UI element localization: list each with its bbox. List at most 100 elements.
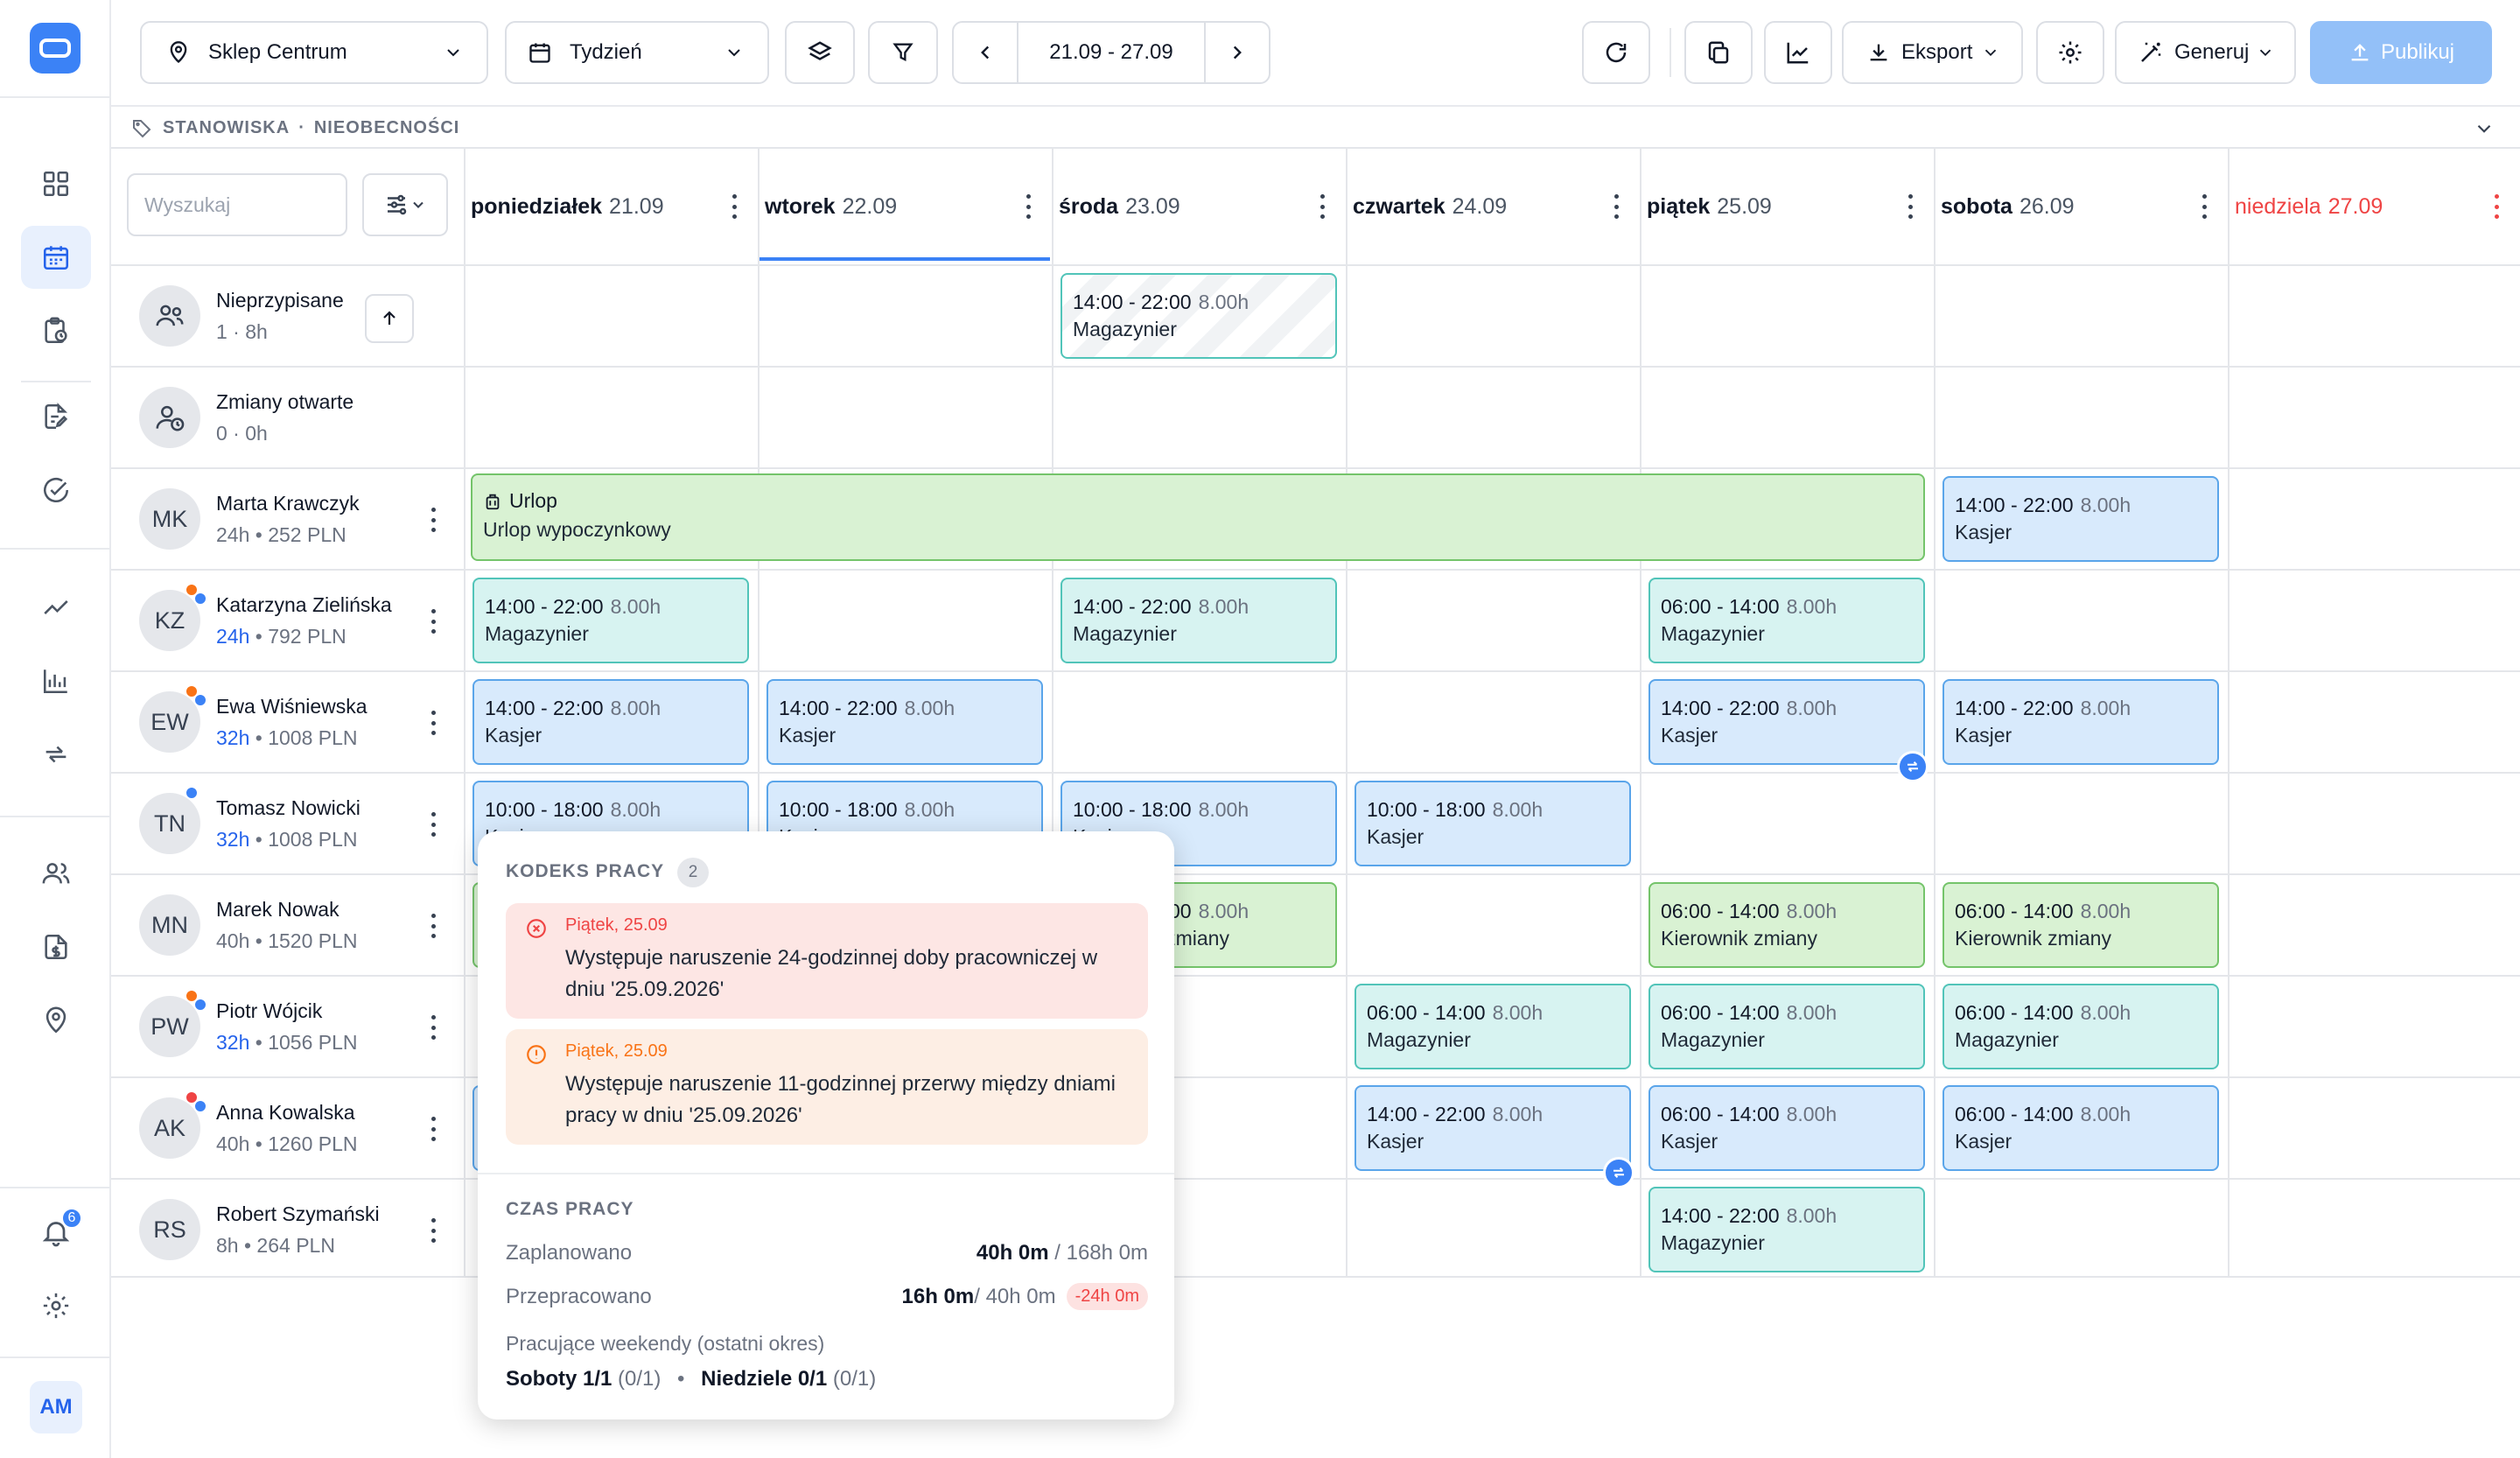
- date-range[interactable]: 21.09 - 27.09: [1018, 40, 1204, 65]
- leave-bar[interactable]: Urlop Urlop wypoczynkowy: [471, 473, 1925, 561]
- employee-row-9[interactable]: RS Robert Szymański 8h • 264 PLN: [111, 1180, 461, 1279]
- employee-row-6[interactable]: MN Marek Nowak 40h • 1520 PLN: [111, 875, 461, 975]
- row-menu-icon[interactable]: [430, 914, 436, 938]
- calendar-icon[interactable]: [21, 226, 91, 289]
- publish-button[interactable]: Publikuj: [2310, 21, 2492, 84]
- violation-alert-warning[interactable]: Piątek, 25.09 Występuje naruszenie 11-go…: [506, 1029, 1148, 1145]
- shift-card[interactable]: 06:00 - 14:00 8.00h Magazynier: [1648, 984, 1925, 1069]
- shift-hours: 8.00h: [1786, 595, 1838, 618]
- shift-card[interactable]: 14:00 - 22:00 8.00h Kasjer: [472, 679, 749, 765]
- day-menu-icon[interactable]: [2494, 194, 2499, 219]
- swap-icon[interactable]: [21, 723, 91, 786]
- day-menu-icon[interactable]: [732, 194, 737, 219]
- users-icon[interactable]: [21, 842, 91, 905]
- day-header-6[interactable]: niedziela 27.09: [2228, 149, 2520, 264]
- export-button[interactable]: Eksport: [1842, 21, 2023, 84]
- shift-card[interactable]: 14:00 - 22:00 8.00h Kasjer: [1648, 679, 1925, 765]
- filter-button[interactable]: [868, 21, 938, 84]
- employee-row-0[interactable]: Nieprzypisane 1 · 8h: [111, 266, 461, 366]
- copy-button[interactable]: [1684, 21, 1753, 84]
- row-menu-icon[interactable]: [430, 609, 436, 634]
- swap-request-icon[interactable]: [1897, 751, 1928, 782]
- day-header-0[interactable]: poniedziałek 21.09: [464, 149, 758, 264]
- user-avatar[interactable]: AM: [30, 1381, 82, 1433]
- settings-gear-icon[interactable]: [21, 1274, 91, 1337]
- day-menu-icon[interactable]: [1614, 194, 1619, 219]
- shift-card[interactable]: 14:00 - 22:00 8.00h Magazynier: [472, 578, 749, 663]
- app-logo[interactable]: [30, 23, 80, 74]
- shift-card[interactable]: 14:00 - 22:00 8.00h Magazynier: [1060, 273, 1337, 359]
- day-header-2[interactable]: środa 23.09: [1052, 149, 1346, 264]
- shift-hours: 8.00h: [1786, 697, 1838, 719]
- row-menu-icon[interactable]: [430, 1117, 436, 1141]
- day-header-1[interactable]: wtorek 22.09: [758, 149, 1052, 264]
- row-menu-icon[interactable]: [430, 1015, 436, 1040]
- shift-card[interactable]: 14:00 - 22:00 8.00h Magazynier: [1060, 578, 1337, 663]
- employee-row-1[interactable]: Zmiany otwarte 0 · 0h: [111, 368, 461, 467]
- breadcrumb-absences[interactable]: NIEOBECNOŚCI: [314, 118, 459, 138]
- period-select[interactable]: Tydzień: [505, 21, 769, 84]
- employee-row-3[interactable]: KZ Katarzyna Zielińska 24h • 792 PLN: [111, 571, 461, 670]
- shift-card[interactable]: 06:00 - 14:00 8.00h Kierownik zmiany: [1942, 882, 2219, 968]
- shift-card[interactable]: 06:00 - 14:00 8.00h Kierownik zmiany: [1648, 882, 1925, 968]
- shift-card[interactable]: 06:00 - 14:00 8.00h Kasjer: [1942, 1085, 2219, 1171]
- employee-row-2[interactable]: MK Marta Krawczyk 24h • 252 PLN: [111, 469, 461, 569]
- shift-card[interactable]: 14:00 - 22:00 8.00h Kasjer: [1942, 476, 2219, 562]
- employee-row-7[interactable]: PW Piotr Wójcik 32h • 1056 PLN: [111, 977, 461, 1076]
- bar-chart-icon[interactable]: [21, 649, 91, 712]
- prev-week-button[interactable]: [954, 23, 1018, 82]
- bell-icon[interactable]: 6: [21, 1201, 91, 1264]
- document-edit-icon[interactable]: [21, 385, 91, 448]
- refresh-button[interactable]: [1582, 21, 1650, 84]
- day-menu-icon[interactable]: [1320, 194, 1325, 219]
- shift-card[interactable]: 14:00 - 22:00 8.00h Kasjer: [766, 679, 1043, 765]
- clipboard-clock-icon[interactable]: [21, 299, 91, 362]
- day-header-4[interactable]: piątek 25.09: [1640, 149, 1934, 264]
- row-menu-icon[interactable]: [430, 711, 436, 735]
- next-week-button[interactable]: [1204, 23, 1269, 82]
- employee-hours: 32h: [216, 726, 250, 749]
- shift-hours: 8.00h: [2080, 494, 2132, 516]
- violation-alert-error[interactable]: Piątek, 25.09 Występuje naruszenie 24-go…: [506, 903, 1148, 1019]
- day-menu-icon[interactable]: [2202, 194, 2207, 219]
- settings-button[interactable]: [2036, 21, 2104, 84]
- collapse-chevron-icon[interactable]: [2473, 117, 2496, 140]
- shift-hours: 8.00h: [610, 697, 662, 719]
- day-header-3[interactable]: czwartek 24.09: [1346, 149, 1640, 264]
- stats-button[interactable]: [1764, 21, 1832, 84]
- shift-card[interactable]: 10:00 - 18:00 8.00h Kasjer: [1354, 781, 1631, 866]
- day-header-5[interactable]: sobota 26.09: [1934, 149, 2228, 264]
- money-doc-icon[interactable]: [21, 915, 91, 978]
- shift-card[interactable]: 06:00 - 14:00 8.00h Magazynier: [1354, 984, 1631, 1069]
- breadcrumb-positions[interactable]: STANOWISKA: [163, 118, 290, 138]
- move-up-button[interactable]: [365, 294, 414, 343]
- employee-row-5[interactable]: TN Tomasz Nowicki 32h • 1008 PLN: [111, 774, 461, 873]
- check-circle-icon[interactable]: [21, 459, 91, 522]
- selected-day-underline: [758, 257, 1050, 261]
- shift-card[interactable]: 14:00 - 22:00 8.00h Kasjer: [1354, 1085, 1631, 1171]
- row-menu-icon[interactable]: [430, 508, 436, 532]
- shift-card[interactable]: 14:00 - 22:00 8.00h Magazynier: [1648, 1187, 1925, 1272]
- shift-hours: 8.00h: [1786, 1204, 1838, 1227]
- sort-options-button[interactable]: [362, 173, 448, 236]
- search-input[interactable]: Wyszukaj: [127, 173, 347, 236]
- store-select[interactable]: Sklep Centrum: [140, 21, 488, 84]
- employee-row-8[interactable]: AK Anna Kowalska 40h • 1260 PLN: [111, 1078, 461, 1178]
- shift-card[interactable]: 06:00 - 14:00 8.00h Kasjer: [1648, 1085, 1925, 1171]
- swap-request-icon[interactable]: [1603, 1157, 1634, 1188]
- shift-card[interactable]: 14:00 - 22:00 8.00h Kasjer: [1942, 679, 2219, 765]
- day-menu-icon[interactable]: [1026, 194, 1031, 219]
- sundays-sub: (0/1): [827, 1367, 877, 1391]
- layers-button[interactable]: [785, 21, 855, 84]
- shift-card[interactable]: 06:00 - 14:00 8.00h Magazynier: [1648, 578, 1925, 663]
- row-menu-icon[interactable]: [430, 812, 436, 837]
- location-icon[interactable]: [21, 989, 91, 1052]
- generate-button[interactable]: Generuj: [2115, 21, 2296, 84]
- row-menu-icon[interactable]: [430, 1218, 436, 1243]
- employee-summary: 40h • 1520 PLN: [216, 929, 358, 953]
- day-menu-icon[interactable]: [1908, 194, 1913, 219]
- employee-row-4[interactable]: EW Ewa Wiśniewska 32h • 1008 PLN: [111, 672, 461, 772]
- trend-icon[interactable]: [21, 576, 91, 639]
- dashboard-grid-icon[interactable]: [21, 152, 91, 215]
- shift-card[interactable]: 06:00 - 14:00 8.00h Magazynier: [1942, 984, 2219, 1069]
